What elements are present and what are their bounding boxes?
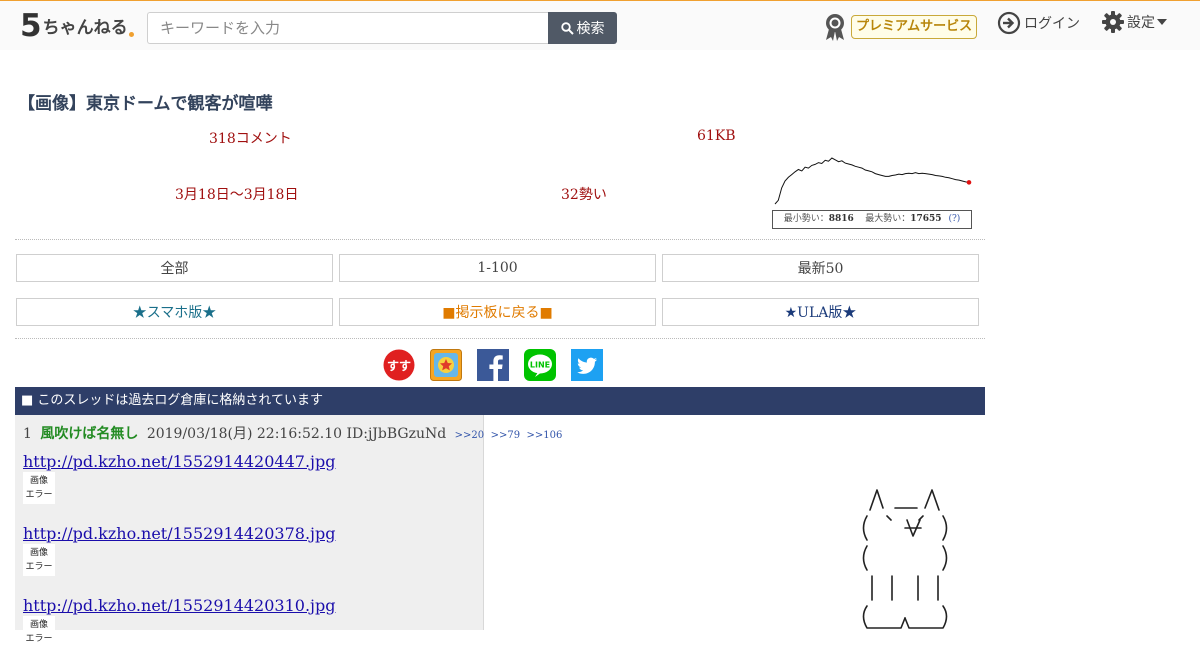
image-link[interactable]: http://pd.kzho.net/1552914420310.jpg xyxy=(23,596,335,615)
search-icon xyxy=(560,21,574,35)
settings-label: 設定 xyxy=(1127,15,1155,31)
image-error-thumbnail[interactable]: 画像 エラー xyxy=(23,544,55,576)
image-error-line1: 画像 xyxy=(29,620,48,630)
reply-ref-link[interactable]: >>20 xyxy=(455,430,484,441)
ula-version-link[interactable]: ★ULA版★ xyxy=(662,298,979,326)
post-datetime: 2019/03/18(月) 22:16:52.10 ID:jJbBGzuNd xyxy=(146,426,447,442)
bookmark-icon[interactable] xyxy=(430,349,462,381)
susu-text: すす xyxy=(387,359,411,373)
line-icon[interactable]: LINE xyxy=(524,349,556,381)
line-text: LINE xyxy=(530,361,550,370)
image-error-line2: エラー xyxy=(25,562,53,572)
image-error-line1: 画像 xyxy=(29,476,48,486)
momentum: 32勢い xyxy=(561,187,607,203)
reply-ref-link[interactable]: >>79 xyxy=(491,430,520,441)
reply-ref-link[interactable]: >>106 xyxy=(527,430,563,441)
chart-max-label: 最大勢い： xyxy=(865,214,911,224)
search-input[interactable] xyxy=(147,12,549,44)
image-error-line2: エラー xyxy=(25,634,53,644)
back-to-board-link[interactable]: ■掲示板に戻る■ xyxy=(339,298,656,326)
smartphone-version-link[interactable]: ★スマホ版★ xyxy=(16,298,333,326)
divider xyxy=(15,239,985,240)
search-button-label: 検索 xyxy=(576,21,605,37)
date-range: 3月18日〜3月18日 xyxy=(175,187,299,203)
chart-min-value: 8816 xyxy=(828,214,854,224)
susu-icon[interactable]: すす xyxy=(383,349,415,381)
chart-min-label: 最小勢い： xyxy=(783,214,829,224)
thread-title: 【画像】東京ドームで観客が喧嘩 xyxy=(18,94,273,114)
settings-menu[interactable]: 設定 xyxy=(1102,11,1167,33)
site-header: 5 ちゃんねる 検索 プレミアムサービス ログイン xyxy=(0,1,1200,50)
login-link[interactable]: ログイン xyxy=(997,11,1080,35)
chart-help-link[interactable]: (?) xyxy=(948,214,960,224)
thread-size: 61KB xyxy=(697,128,736,144)
premium-badge: プレミアムサービス xyxy=(851,15,978,39)
view-latest50-button[interactable]: 最新50 xyxy=(662,254,979,282)
search-button[interactable]: 検索 xyxy=(548,12,617,44)
premium-service-link[interactable]: プレミアムサービス xyxy=(823,12,978,42)
site-logo[interactable]: 5 ちゃんねる xyxy=(20,10,134,42)
poster-name: 風吹けば名無し xyxy=(40,426,139,442)
image-error-thumbnail[interactable]: 画像 エラー xyxy=(23,616,55,648)
archive-notice-bar: ■ このスレッドは過去ログ倉庫に格納されています xyxy=(15,387,985,415)
facebook-icon[interactable] xyxy=(477,349,509,381)
momentum-line xyxy=(774,157,970,205)
image-error-thumbnail[interactable]: 画像 エラー xyxy=(23,472,55,504)
divider xyxy=(15,338,985,339)
momentum-current-point xyxy=(966,180,972,185)
view-1-100-button[interactable]: 1-100 xyxy=(339,254,656,282)
login-icon xyxy=(997,11,1021,35)
post-number: 1 xyxy=(23,426,32,442)
logo-dot xyxy=(128,32,134,37)
comment-count: 318コメント xyxy=(209,131,292,147)
image-error-line1: 画像 xyxy=(29,548,48,558)
cat-ascii-art xyxy=(862,489,948,629)
image-link[interactable]: http://pd.kzho.net/1552914420447.jpg xyxy=(23,452,335,471)
logo-name: ちゃんねる xyxy=(42,18,128,38)
view-all-button[interactable]: 全部 xyxy=(16,254,333,282)
twitter-icon[interactable] xyxy=(571,349,603,381)
image-link[interactable]: http://pd.kzho.net/1552914420378.jpg xyxy=(23,524,335,543)
logo-five: 5 xyxy=(20,8,42,44)
chart-max-value: 17655 xyxy=(910,214,942,224)
momentum-chart xyxy=(772,156,972,208)
premium-medal-icon xyxy=(826,14,844,41)
chevron-down-icon xyxy=(1157,19,1167,25)
momentum-chart-legend: 最小勢い：8816 最大勢い：17655 (?) xyxy=(772,210,972,229)
post-header: 1 風吹けば名無し 2019/03/18(月) 22:16:52.10 ID:j… xyxy=(23,423,562,443)
gear-icon xyxy=(1102,11,1124,33)
post-1: 1 風吹けば名無し 2019/03/18(月) 22:16:52.10 ID:j… xyxy=(15,415,562,648)
login-label: ログイン xyxy=(1024,16,1080,32)
image-error-line2: エラー xyxy=(25,490,53,500)
